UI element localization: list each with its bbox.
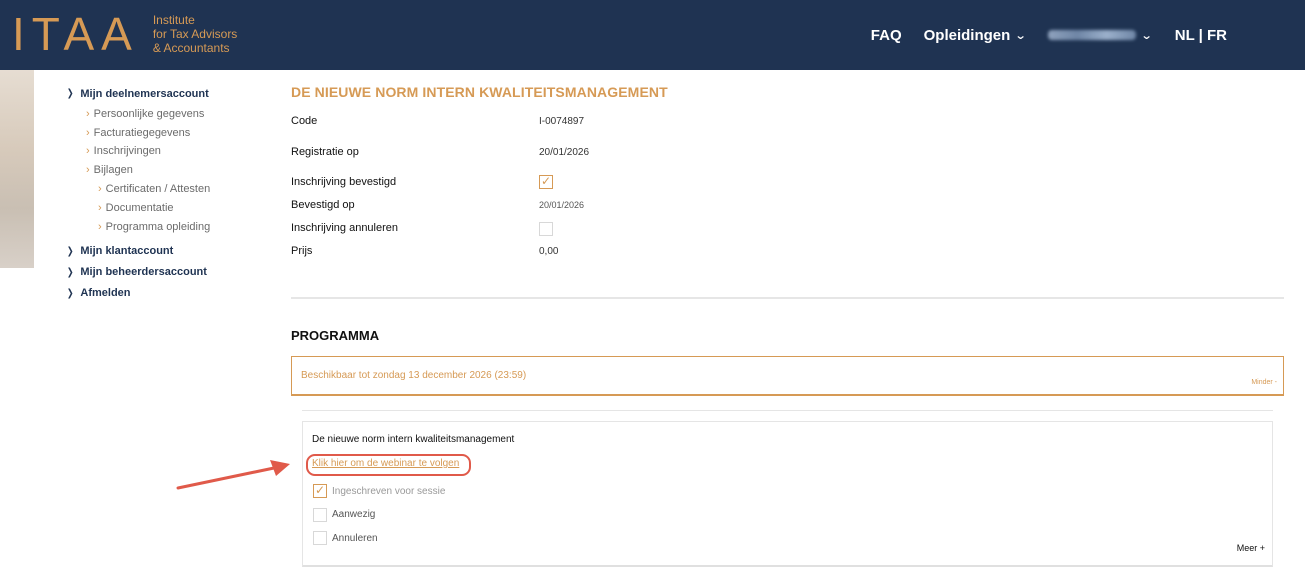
present-label: Aanwezig xyxy=(332,509,376,520)
confirmed-checkbox[interactable] xyxy=(539,174,553,189)
annotation-arrow-icon xyxy=(176,460,290,490)
sidebar-item-registrations[interactable]: › Inschrijvingen xyxy=(66,142,210,161)
nav-courses-label: Opleidingen xyxy=(923,26,1011,44)
confirmed-on-label: Bevestigd op xyxy=(291,199,355,211)
sidebar-item-label: Inschrijvingen xyxy=(93,145,161,158)
cancel-session-label: Annuleren xyxy=(332,533,378,544)
sidebar-item-label: Mijn beheerdersaccount xyxy=(80,266,207,278)
logo-line-3: & Accountants xyxy=(152,41,230,55)
sidebar-item-attachments[interactable]: › Bijlagen xyxy=(66,161,210,180)
itaa-logo[interactable]: ITAA Institute for Tax Advisors & Accoun… xyxy=(12,8,237,60)
caret-right-icon: ❯ xyxy=(66,266,74,278)
highlight-annotation xyxy=(306,454,471,476)
logo-line-1: Institute xyxy=(152,13,195,27)
availability-text: Beschikbaar tot zondag 13 december 2026 … xyxy=(301,370,527,381)
chevron-right-icon: › xyxy=(98,182,102,195)
confirmed-label: Inschrijving bevestigd xyxy=(291,176,397,188)
caret-right-icon: ❯ xyxy=(66,88,74,99)
side-decorative-photo xyxy=(0,70,34,268)
sidebar-item-billing[interactable]: › Facturatiegegevens xyxy=(66,124,210,143)
session-title: De nieuwe norm intern kwaliteitsmanageme… xyxy=(312,434,515,445)
sidebar-item-personal-data[interactable]: › Persoonlijke gegevens xyxy=(66,105,210,124)
sidebar-item-admin-account[interactable]: ❯ Mijn beheerdersaccount xyxy=(66,261,210,283)
sidebar-item-label: Afmelden xyxy=(80,287,131,299)
section-divider xyxy=(291,297,1284,299)
chevron-right-icon: › xyxy=(86,108,90,121)
registered-on-label: Registratie op xyxy=(291,146,359,158)
sidebar-item-label: Documentatie xyxy=(105,201,174,214)
caret-right-icon: ❯ xyxy=(66,287,74,299)
logo-mark: ITAA xyxy=(12,8,139,60)
sidebar-item-label: Facturatiegegevens xyxy=(93,126,191,139)
price-label: Prijs xyxy=(291,245,313,257)
chevron-right-icon: › xyxy=(86,163,90,176)
language-switch[interactable]: NL | FR xyxy=(1175,27,1227,44)
sidebar-item-label: Persoonlijke gegevens xyxy=(93,108,205,121)
nav-courses[interactable]: Opleidingen ⌄ xyxy=(923,26,1027,44)
cancel-session-checkbox[interactable] xyxy=(313,531,327,545)
sidebar-item-label: Mijn deelnemersaccount xyxy=(80,87,209,100)
main-nav: FAQ Opleidingen ⌄ ⌄ NL | FR xyxy=(871,0,1227,70)
account-sidebar: ❯ Mijn deelnemersaccount › Persoonlijke g… xyxy=(66,86,210,303)
registered-on-value: 20/01/2026 xyxy=(539,147,590,158)
nav-faq[interactable]: FAQ xyxy=(871,27,902,44)
logo-line-2: for Tax Advisors xyxy=(152,27,238,41)
chevron-down-icon: ⌄ xyxy=(1014,29,1027,42)
chevron-right-icon: › xyxy=(98,201,102,214)
chevron-right-icon: › xyxy=(86,126,90,139)
blurred-user-name xyxy=(1047,30,1136,40)
chevron-down-icon: ⌄ xyxy=(1140,29,1153,42)
sidebar-item-participant-account[interactable]: ❯ Mijn deelnemersaccount xyxy=(66,86,210,101)
sidebar-item-logout[interactable]: ❯ Afmelden xyxy=(66,283,210,303)
cancel-registration-checkbox[interactable] xyxy=(539,222,553,236)
registered-session-label: Ingeschreven voor sessie xyxy=(332,486,446,497)
sidebar-item-label: Mijn klantaccount xyxy=(80,245,174,257)
chevron-right-icon: › xyxy=(98,220,102,233)
cancel-registration-label: Inschrijving annuleren xyxy=(291,222,399,234)
toggle-less-button[interactable]: Minder - xyxy=(1251,379,1277,386)
present-checkbox[interactable] xyxy=(313,508,327,522)
sidebar-item-client-account[interactable]: ❯ Mijn klantaccount xyxy=(66,241,210,261)
sidebar-item-label: Programma opleiding xyxy=(105,220,211,233)
sidebar-item-label: Bijlagen xyxy=(93,163,133,176)
sidebar-item-certificates[interactable]: › Certificaten / Attesten xyxy=(66,179,210,198)
top-header: ITAA Institute for Tax Advisors & Accoun… xyxy=(0,0,1305,70)
more-button[interactable]: Meer + xyxy=(1237,543,1265,553)
page-title: DE NIEUWE NORM INTERN KWALITEITSMANAGEME… xyxy=(291,84,668,100)
chevron-right-icon: › xyxy=(86,145,90,158)
program-accordion[interactable]: Beschikbaar tot zondag 13 december 2026 … xyxy=(291,356,1284,396)
confirmed-on-value: 20/01/2026 xyxy=(539,200,585,210)
accordion-separator xyxy=(302,410,1273,411)
sidebar-item-documentation[interactable]: › Documentatie xyxy=(66,198,210,217)
sidebar-item-program[interactable]: › Programma opleiding xyxy=(66,217,210,236)
caret-right-icon: ❯ xyxy=(66,245,74,257)
nav-user-menu[interactable]: ⌄ xyxy=(1047,29,1153,42)
registered-session-checkbox[interactable] xyxy=(313,483,327,498)
price-value: 0,00 xyxy=(539,246,559,257)
sidebar-item-label: Certificaten / Attesten xyxy=(105,182,211,195)
code-label: Code xyxy=(291,115,318,127)
program-heading: PROGRAMMA xyxy=(291,328,380,343)
code-value: I-0074897 xyxy=(539,116,585,127)
logo-text: Institute for Tax Advisors & Accountants xyxy=(153,13,237,55)
